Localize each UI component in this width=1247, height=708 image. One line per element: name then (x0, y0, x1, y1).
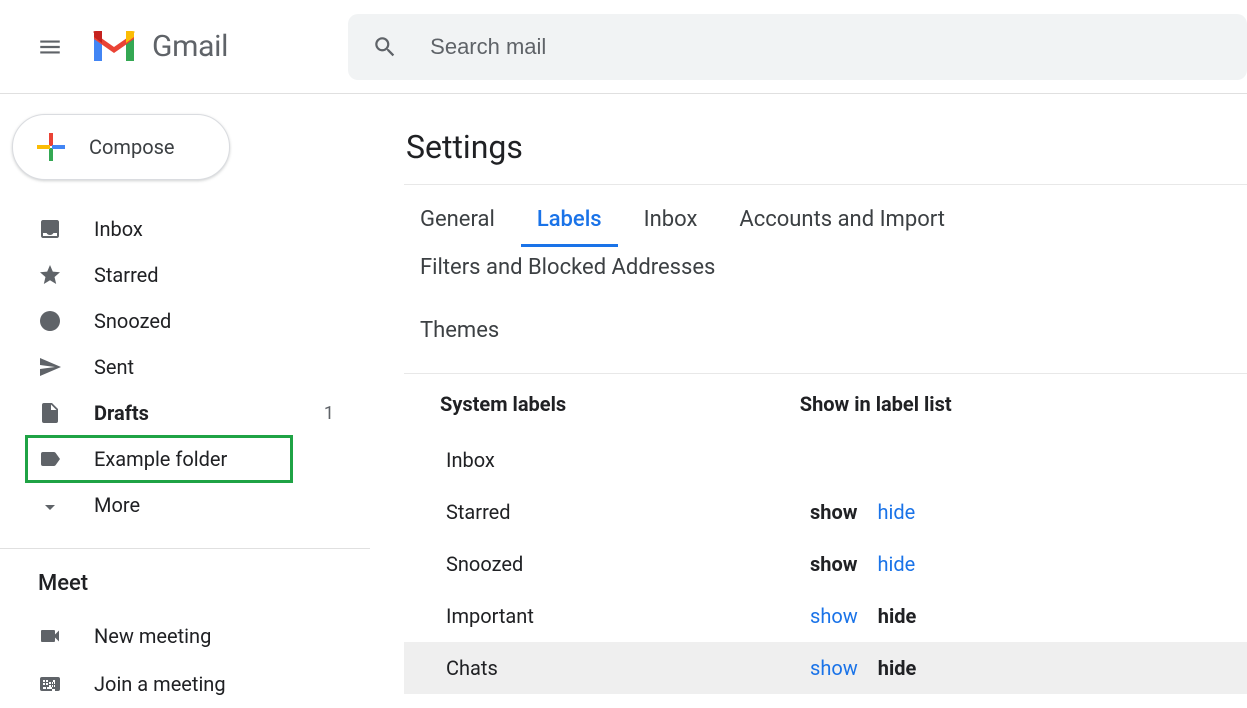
camera-icon (38, 624, 66, 648)
show-link[interactable]: show (810, 604, 858, 628)
main-menu-button[interactable] (32, 29, 68, 65)
hide-link[interactable]: hide (877, 552, 915, 576)
compose-plus-icon (33, 129, 69, 165)
star-icon (38, 263, 66, 287)
gmail-logo-icon (90, 29, 138, 65)
meet-item-label: New meeting (94, 624, 211, 648)
tab-filters-blocked[interactable]: Filters and Blocked Addresses (404, 247, 731, 292)
sidebar-item-label: Starred (94, 263, 370, 287)
drafts-count-badge: 1 (324, 403, 334, 424)
sidebar: Compose Inbox Starred Snoozed Sent Draft… (0, 94, 370, 701)
app-header: Gmail (0, 0, 1247, 94)
sidebar-item-example-folder[interactable]: Example folder (26, 436, 292, 482)
sidebar-item-sent[interactable]: Sent (0, 344, 370, 390)
label-name: Chats (446, 656, 810, 680)
tab-labels[interactable]: Labels (521, 199, 618, 247)
tab-themes[interactable]: Themes (404, 310, 515, 355)
compose-label: Compose (89, 135, 175, 159)
compose-button[interactable]: Compose (12, 114, 230, 180)
meet-section: Meet New meeting Join a meeting (0, 548, 370, 708)
label-name: Starred (446, 500, 810, 524)
chevron-down-icon (38, 493, 66, 517)
sidebar-nav: Inbox Starred Snoozed Sent Drafts 1 E (0, 206, 370, 528)
label-name: Important (446, 604, 810, 628)
search-icon (372, 34, 398, 60)
meet-header: Meet (0, 571, 370, 596)
hamburger-icon (37, 34, 63, 60)
show-link[interactable]: show (810, 552, 857, 576)
page-title: Settings (406, 128, 1247, 166)
system-labels-table: System labels Show in label list Inbox S… (404, 373, 1247, 701)
table-row: Important show hide (404, 590, 1247, 642)
inbox-icon (38, 217, 66, 241)
settings-tabs: General Labels Inbox Accounts and Import… (404, 184, 1247, 292)
label-icon (38, 447, 66, 471)
sidebar-item-label: Example folder (94, 447, 292, 471)
sidebar-item-more[interactable]: More (0, 482, 370, 528)
tab-inbox[interactable]: Inbox (628, 199, 714, 247)
sidebar-item-inbox[interactable]: Inbox (0, 206, 370, 252)
tab-accounts-import[interactable]: Accounts and Import (723, 199, 961, 247)
gmail-logo[interactable]: Gmail (90, 29, 228, 65)
tab-general[interactable]: General (404, 199, 511, 247)
sidebar-item-label: Inbox (94, 217, 370, 241)
meet-item-label: Join a meeting (94, 672, 226, 696)
hide-link[interactable]: hide (877, 500, 915, 524)
col-header-show-in-list: Show in label list (800, 392, 1247, 416)
sidebar-item-starred[interactable]: Starred (0, 252, 370, 298)
table-row: Starred show hide (404, 486, 1247, 538)
sidebar-item-snoozed[interactable]: Snoozed (0, 298, 370, 344)
sidebar-item-label: Sent (94, 355, 370, 379)
keyboard-icon (38, 672, 66, 696)
table-header-row: System labels Show in label list (404, 374, 1247, 434)
file-icon (38, 401, 66, 425)
sidebar-item-label: Snoozed (94, 309, 370, 333)
send-icon (38, 355, 66, 379)
meet-new-meeting[interactable]: New meeting (0, 612, 370, 660)
hide-link[interactable]: hide (878, 656, 917, 680)
sidebar-item-label: More (94, 493, 370, 517)
show-link[interactable]: show (810, 656, 858, 680)
col-header-system-labels: System labels (440, 392, 800, 416)
main-content: Settings General Labels Inbox Accounts a… (370, 94, 1247, 701)
search-bar[interactable] (348, 14, 1247, 80)
settings-tabs-row2: Themes (404, 304, 1247, 355)
table-row: Snoozed show hide (404, 538, 1247, 590)
sidebar-item-label: Drafts (94, 401, 324, 425)
table-row: Sent show hide (404, 694, 1247, 701)
table-row: Inbox (404, 434, 1247, 486)
hide-link[interactable]: hide (878, 604, 917, 628)
label-name: Snoozed (446, 552, 810, 576)
search-input[interactable] (428, 33, 1128, 61)
sidebar-item-drafts[interactable]: Drafts 1 (0, 390, 370, 436)
clock-icon (38, 309, 66, 333)
show-link[interactable]: show (810, 500, 857, 524)
brand-text: Gmail (152, 29, 228, 64)
label-name: Inbox (446, 448, 810, 472)
table-row: Chats show hide (404, 642, 1247, 694)
